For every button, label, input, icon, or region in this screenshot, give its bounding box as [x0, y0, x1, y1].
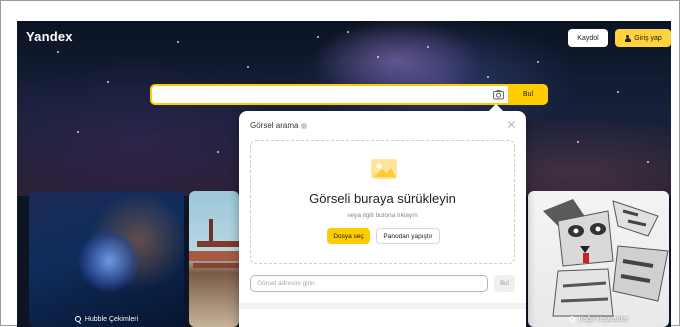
card-hubble-label: Hubble Çekimleri [29, 316, 184, 323]
choose-file-button[interactable]: Dosya seç [327, 228, 370, 244]
register-button[interactable]: Kaydol [568, 29, 608, 47]
search-bar: Bul [150, 84, 548, 105]
popup-divider [239, 303, 526, 309]
search-input[interactable] [152, 86, 492, 103]
dropzone-subtitle: veya ilgili butona tıklayın [347, 212, 418, 219]
search-icon [568, 316, 576, 323]
card-plane[interactable] [189, 191, 239, 327]
card-hubble-text: Hubble Çekimleri [84, 316, 139, 323]
popup-title: Görsel arama [250, 121, 308, 130]
image-dropzone[interactable]: Görseli buraya sürükleyin veya ilgili bu… [250, 140, 515, 264]
dropzone-title: Görseli buraya sürükleyin [309, 191, 456, 206]
image-url-input[interactable] [250, 275, 488, 292]
search-button[interactable]: Bul [508, 86, 546, 103]
plane-illustration [189, 219, 239, 268]
paste-clipboard-button[interactable]: Panodan yapıştır [376, 228, 440, 244]
browser-frame: Yandex Kaydol Giriş yap Bul Hubble Çekim… [0, 0, 680, 327]
close-icon[interactable] [507, 120, 516, 129]
login-button-label: Giriş yap [634, 34, 662, 42]
info-icon[interactable] [301, 122, 308, 129]
card-raccoon-text: Kağıt Hayvanlar [578, 316, 629, 323]
url-search-button[interactable]: Bul [494, 275, 515, 292]
popup-title-text: Görsel arama [250, 121, 299, 130]
card-hubble[interactable]: Hubble Çekimleri [29, 191, 184, 327]
card-raccoon[interactable]: Kağıt Hayvanlar [528, 191, 669, 327]
yandex-logo[interactable]: Yandex [26, 29, 73, 44]
search-icon [74, 316, 82, 323]
camera-search-icon[interactable] [492, 88, 505, 101]
raccoon-illustration [543, 199, 669, 317]
image-icon [371, 159, 397, 179]
user-icon [624, 34, 631, 42]
page-stage: Yandex Kaydol Giriş yap Bul Hubble Çekim… [17, 21, 671, 327]
image-search-popup: Görsel arama Görseli buraya sürükleyin v… [239, 103, 526, 327]
login-button[interactable]: Giriş yap [615, 29, 671, 47]
card-raccoon-label: Kağıt Hayvanlar [528, 316, 669, 323]
